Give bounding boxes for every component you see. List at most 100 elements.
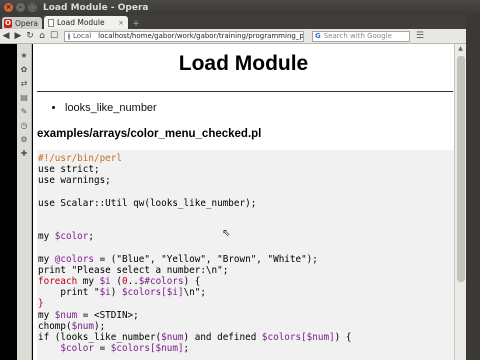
window-minimize-button[interactable]: – bbox=[16, 3, 25, 12]
code-token: #!/usr/bin/perl bbox=[38, 153, 122, 164]
transfers-panel-icon[interactable]: ⇄ bbox=[21, 79, 28, 88]
code-token: $colors[$num] bbox=[110, 343, 184, 355]
search-placeholder[interactable]: Search with Google bbox=[324, 32, 392, 40]
code-token: $num bbox=[161, 332, 184, 343]
code-token: $color bbox=[60, 343, 94, 355]
code-token: ); bbox=[93, 320, 106, 332]
history-panel-icon[interactable]: ◷ bbox=[21, 121, 28, 130]
code-token: $color bbox=[54, 231, 89, 243]
code-block: #!/usr/bin/perl use strict; use warnings; u… bbox=[37, 150, 454, 360]
add-panel-icon[interactable]: ✚ bbox=[21, 149, 28, 158]
code-token: ) { bbox=[183, 276, 201, 288]
window-title: Load Module - Opera bbox=[43, 2, 149, 13]
code-line: use Scalar::Util qw(looks_like_number); bbox=[38, 198, 454, 209]
code-line: foreach my $i (0..$#colors) { bbox=[38, 276, 454, 287]
code-line: chomp($num); bbox=[38, 321, 454, 332]
code-token: my bbox=[38, 309, 55, 321]
code-token: use strict; bbox=[38, 164, 100, 176]
code-token: \n"; bbox=[183, 287, 206, 299]
code-line: my $num = <STDIN>; bbox=[38, 310, 454, 321]
reload-button[interactable]: ↻ bbox=[24, 31, 36, 41]
opera-logo-icon: O bbox=[4, 18, 12, 28]
address-url[interactable]: localhost/home/gabor/work/gabor/training… bbox=[98, 32, 303, 40]
code-token: my bbox=[38, 231, 55, 243]
bookmarks-panel-icon[interactable]: ★ bbox=[20, 51, 27, 60]
code-token: $num bbox=[71, 320, 94, 332]
search-field[interactable]: G Search with Google bbox=[312, 30, 410, 42]
tab-load-module[interactable]: Load Module × bbox=[43, 16, 128, 29]
code-token: my bbox=[38, 253, 55, 265]
code-token: ) bbox=[110, 287, 122, 299]
settings-panel-icon[interactable]: ⚙ bbox=[20, 135, 27, 144]
page-title: Load Module bbox=[178, 52, 309, 75]
window-maximize-button[interactable]: □ bbox=[28, 3, 37, 12]
code-token: chomp( bbox=[38, 320, 72, 332]
vertical-scrollbar[interactable]: ▲ bbox=[454, 44, 466, 360]
bookmark-button[interactable]: ☐ bbox=[48, 31, 60, 41]
code-token: $num bbox=[54, 309, 78, 321]
code-line: use warnings; bbox=[38, 175, 454, 186]
code-token: $i bbox=[99, 276, 111, 288]
scroll-up-icon[interactable]: ▲ bbox=[455, 44, 466, 54]
code-line: use strict; bbox=[38, 164, 454, 175]
new-tab-button[interactable]: + bbox=[131, 19, 141, 29]
navigation-toolbar: ◀ ▶ ↻ ⌂ ☐ Local localhost/home/gabor/wor… bbox=[0, 29, 466, 44]
code-line: #!/usr/bin/perl bbox=[38, 153, 454, 164]
code-line: $color = $colors[$num]; bbox=[38, 343, 454, 354]
code-token: ; bbox=[88, 231, 94, 243]
code-token: print " bbox=[38, 287, 100, 299]
mouse-cursor-icon: ⇖ bbox=[222, 228, 231, 239]
code-token: $i bbox=[99, 287, 111, 299]
list-item: looks_like_number bbox=[65, 102, 157, 114]
window-close-button[interactable]: × bbox=[4, 3, 13, 12]
google-icon: G bbox=[315, 32, 321, 40]
code-token: = bbox=[93, 343, 111, 355]
code-token: = <STDIN>; bbox=[77, 309, 139, 321]
edit-panel-icon[interactable]: ✎ bbox=[21, 107, 28, 116]
window-controls: × – □ bbox=[4, 3, 37, 12]
back-button[interactable]: ◀ bbox=[0, 31, 12, 41]
code-token: print "Please select a number:\n"; bbox=[38, 264, 229, 276]
code-token: ) { bbox=[334, 332, 352, 343]
widgets-panel-icon[interactable]: ✿ bbox=[21, 65, 28, 74]
code-token: foreach bbox=[38, 276, 78, 288]
tab-bar: O Opera Load Module × + bbox=[0, 15, 480, 29]
file-heading: examples/arrays/color_menu_checked.pl bbox=[37, 128, 262, 140]
code-token: my bbox=[77, 276, 100, 288]
code-token: @colors bbox=[54, 253, 94, 265]
opera-menu-button[interactable]: O Opera bbox=[2, 17, 42, 29]
code-token: .. bbox=[127, 276, 139, 288]
code-line: if (looks_like_number($num) and defined … bbox=[38, 332, 454, 343]
code-token: ) and defined bbox=[183, 332, 262, 343]
document-icon bbox=[47, 18, 54, 27]
code-token: ( bbox=[110, 276, 122, 288]
window-right-edge bbox=[466, 15, 480, 360]
code-token: ; bbox=[183, 343, 190, 355]
notes-panel-icon[interactable]: ▤ bbox=[20, 93, 28, 102]
menu-icon[interactable]: ☰ bbox=[416, 31, 424, 41]
panel-sidebar: ★ ✿ ⇄ ▤ ✎ ◷ ⚙ ✚ bbox=[17, 44, 32, 360]
tab-close-icon[interactable]: × bbox=[118, 19, 124, 27]
home-button[interactable]: ⌂ bbox=[36, 31, 48, 41]
scroll-thumb[interactable] bbox=[457, 56, 465, 282]
opera-menu-label: Opera bbox=[15, 18, 38, 28]
window-titlebar: × – □ Load Module - Opera bbox=[0, 0, 480, 15]
code-token: $colors[$num] bbox=[261, 332, 335, 343]
code-line: } bbox=[38, 298, 454, 309]
code-token: use Scalar::Util qw(looks_like_number); bbox=[38, 197, 257, 209]
forward-button[interactable]: ▶ bbox=[12, 31, 24, 41]
bullet-list: looks_like_number bbox=[65, 102, 157, 114]
address-scope-label: Local bbox=[73, 32, 92, 40]
tab-label: Load Module bbox=[56, 18, 105, 27]
globe-icon bbox=[68, 32, 70, 40]
code-token: = ("Blue", "Yellow", "Brown", "White"); bbox=[93, 253, 318, 265]
code-line: print "$i) $colors[$i]\n"; bbox=[38, 287, 454, 298]
code-token: $colors[$i] bbox=[121, 287, 184, 299]
address-field[interactable]: Local localhost/home/gabor/work/gabor/tr… bbox=[64, 30, 304, 42]
code-token: $#colors bbox=[138, 276, 184, 288]
